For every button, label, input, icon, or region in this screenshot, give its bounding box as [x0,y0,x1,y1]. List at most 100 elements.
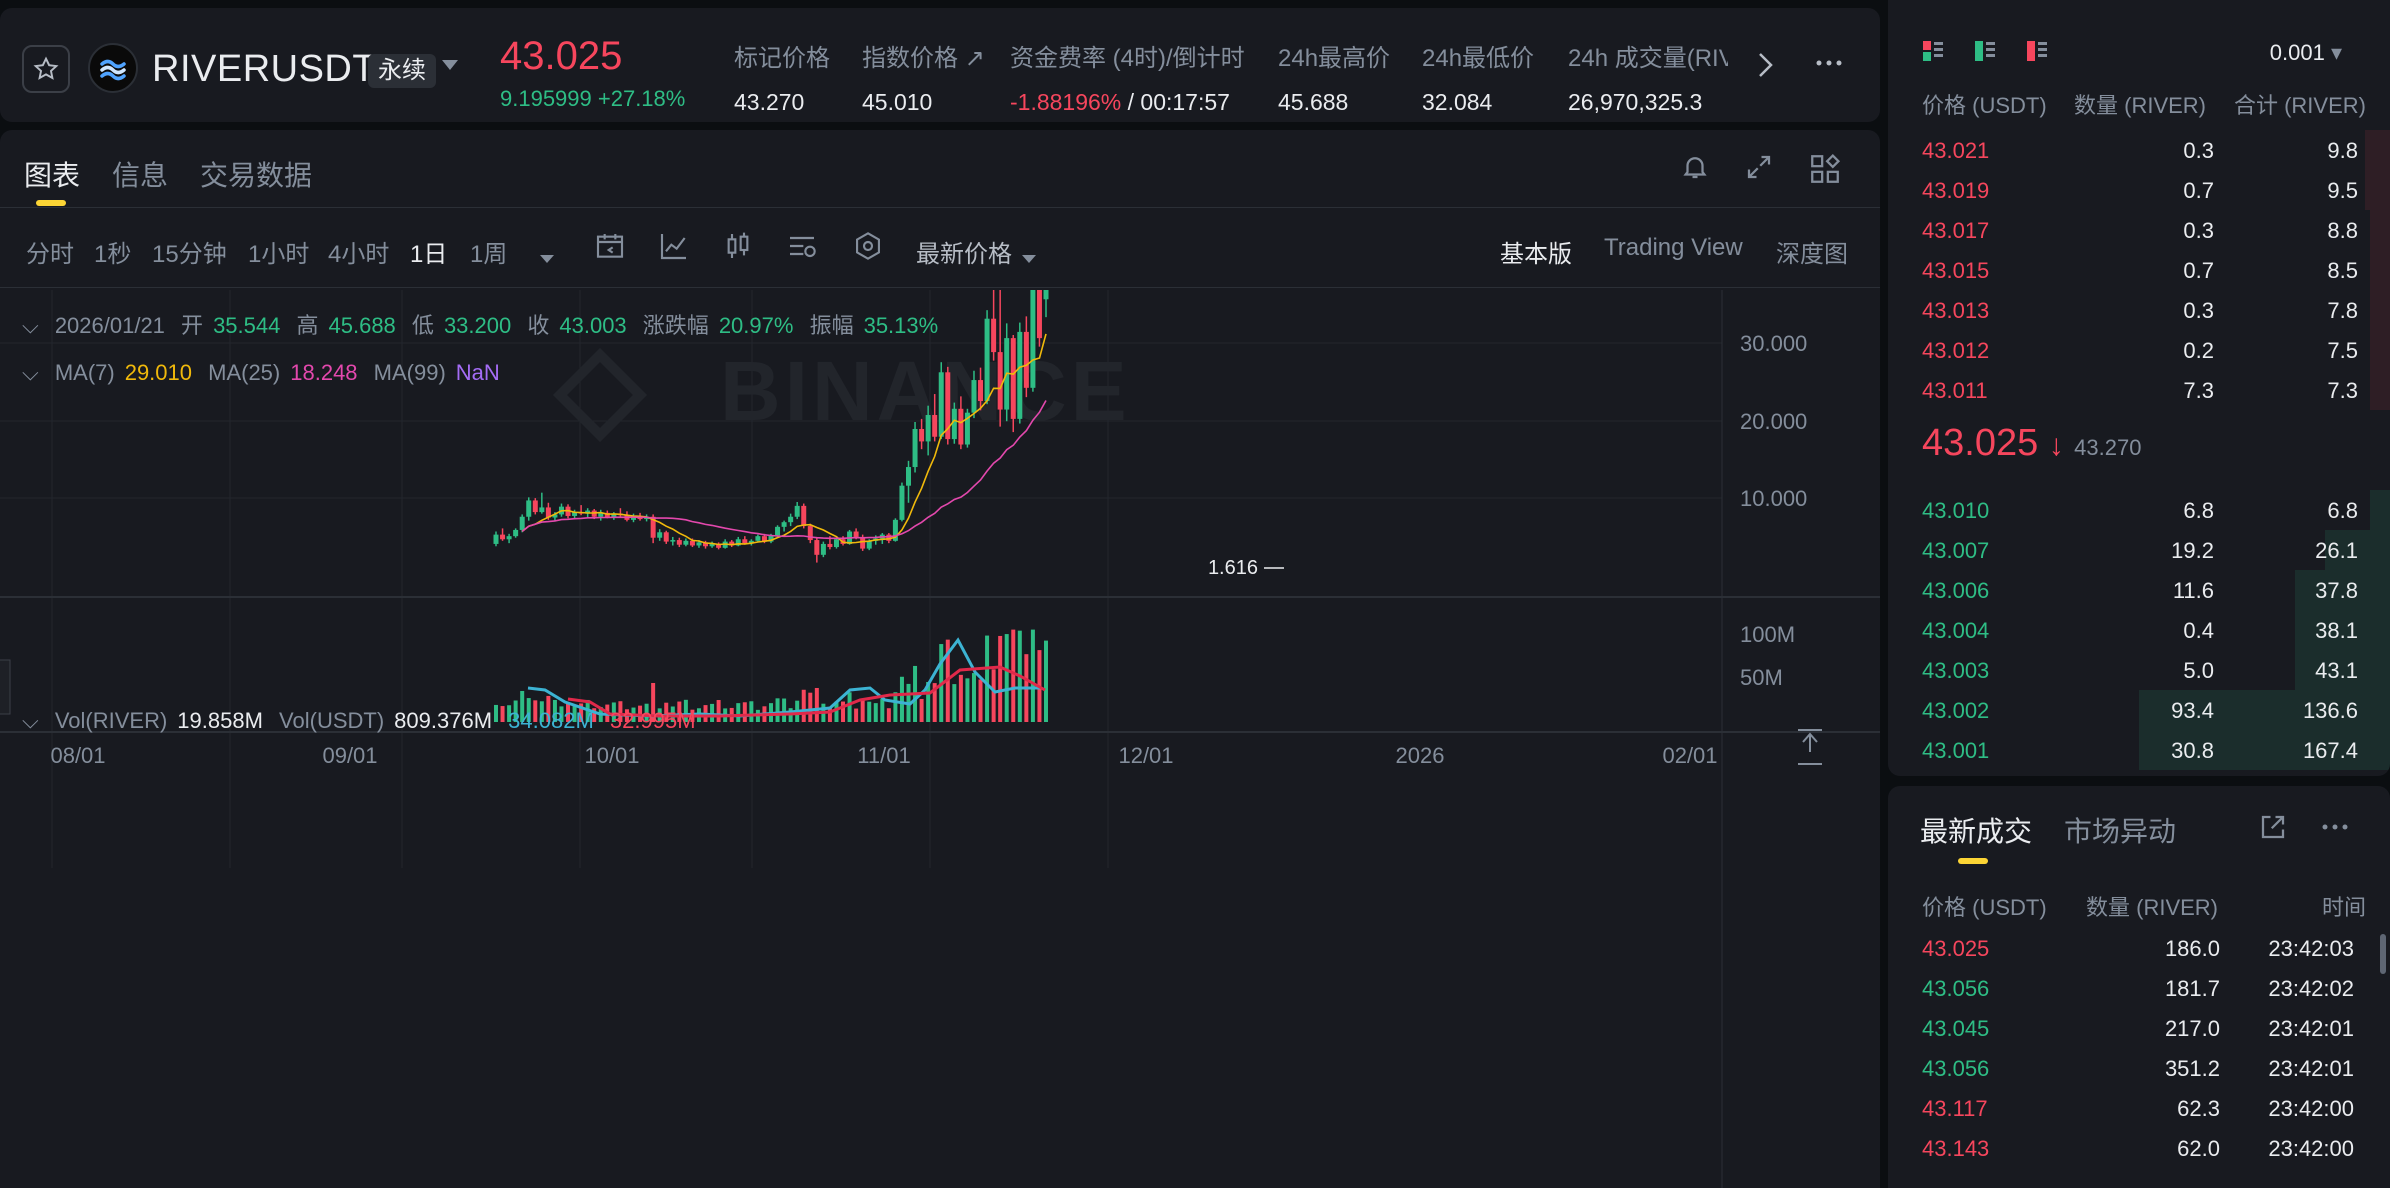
trade-row[interactable]: 43.045 217.0 23:42:01 [1888,1008,2390,1048]
expand-icon[interactable] [1744,152,1774,190]
volume-bar [814,687,819,722]
row-qty: 7.3 [2183,378,2214,403]
price-type-select[interactable]: 最新价格 [916,234,1012,269]
book-both-icon[interactable] [1922,40,1944,62]
bid-row[interactable]: 43.002 93.4 136.6 [1888,690,2390,730]
river-coin-logo [88,43,138,93]
ask-row[interactable]: 43.012 0.2 7.5 [1888,330,2390,370]
candle-body [997,352,1003,410]
volume-bar [978,679,983,722]
trades-scrollbar[interactable] [2380,934,2386,974]
tab-trading-data[interactable]: 交易数据 [200,154,312,194]
scroll-right-chevron-icon[interactable] [1756,50,1776,89]
time-axis-tick: 02/01 [1662,743,1717,768]
symbol-name[interactable]: RIVERUSDT [152,48,376,91]
candle-body [532,500,538,513]
candle-body [951,408,957,440]
ask-row[interactable]: 43.021 0.3 9.8 [1888,130,2390,170]
trade-row[interactable]: 43.117 62.3 23:42:00 [1888,1088,2390,1128]
ask-row[interactable]: 43.013 0.3 7.8 [1888,290,2390,330]
candle-body [539,507,545,513]
timeframe-15m[interactable]: 15分钟 [152,234,227,269]
trade-price: 43.025 [1922,936,1990,961]
volume-bar [782,698,787,722]
trade-price: 43.143 [1922,1136,1990,1161]
layout-grid-icon[interactable] [1808,152,1842,194]
trade-row[interactable]: 43.025 186.0 23:42:03 [1888,928,2390,968]
view-basic[interactable]: 基本版 [1500,234,1572,269]
tab-chart[interactable]: 图表 [24,154,80,194]
volume-bar [952,684,957,722]
depth-bar [2369,490,2390,530]
side-panel-toggle[interactable] [0,659,11,715]
collapse-chevron-icon[interactable]: ⌵ [22,313,39,338]
timeframe-1d[interactable]: 1日 [410,234,447,269]
tab-info[interactable]: 信息 [112,154,168,194]
row-price: 43.013 [1922,298,1990,323]
order-book-mode-toggles [1922,40,2048,62]
bid-row[interactable]: 43.010 6.8 6.8 [1888,490,2390,530]
timeframe-1h[interactable]: 1小时 [248,234,309,269]
ask-row[interactable]: 43.019 0.7 9.5 [1888,170,2390,210]
collapse-chevron-icon[interactable]: ⌵ [22,360,39,385]
chart-settings-icon[interactable] [786,230,818,269]
candle-body [519,516,525,530]
row-total: 38.1 [2315,618,2358,643]
tab-market-moves[interactable]: 市场异动 [2064,810,2176,850]
view-depth[interactable]: 深度图 [1776,234,1848,269]
stat-label: 24h最高价 [1278,45,1391,72]
volume-bar [854,708,859,722]
volume-bar [775,698,780,722]
ohlc-low: 33.200 [443,313,512,338]
indicator-line-icon[interactable] [658,230,690,269]
ask-row[interactable]: 43.011 7.3 7.3 [1888,370,2390,410]
candle-body [860,536,866,549]
bid-row[interactable]: 43.001 30.8 167.4 [1888,730,2390,770]
ask-row[interactable]: 43.015 0.7 8.5 [1888,250,2390,290]
trade-row[interactable]: 43.056 181.7 23:42:02 [1888,968,2390,1008]
ohlc-amp: 35.13% [863,313,939,338]
view-tradingview[interactable]: Trading View [1604,234,1743,262]
row-price: 43.003 [1922,658,1990,683]
bid-row[interactable]: 43.003 5.0 43.1 [1888,650,2390,690]
trade-row[interactable]: 43.056 351.2 23:42:01 [1888,1048,2390,1088]
tick-size-select[interactable]: 0.001 ▾ [2270,40,2342,66]
bell-icon[interactable] [1680,152,1710,190]
more-options-icon[interactable] [2320,812,2350,847]
stat-value: 32.084 [1422,89,1534,116]
more-options-icon[interactable] [1814,48,1844,86]
candle-body [1010,338,1016,419]
hexagon-tool-icon[interactable] [852,230,884,269]
trade-row[interactable]: 43.143 62.0 23:42:00 [1888,1128,2390,1168]
timeframe-1w[interactable]: 1周 [470,234,507,269]
external-link-icon[interactable] [2258,812,2288,847]
symbol-dropdown-caret-icon[interactable] [442,60,458,70]
calendar-icon[interactable] [594,230,626,269]
favorite-star-button[interactable] [22,45,70,93]
candle-body [801,505,807,527]
chart-tabs: 图表 信息 交易数据 [0,130,1880,208]
timeframe-dropdown-icon[interactable] [538,240,556,272]
bid-row[interactable]: 43.007 19.2 26.1 [1888,530,2390,570]
stat-item: 资金费率 (4时)/倒计时 -1.88196% / 00:17:57 [1010,38,1245,116]
timeframe-4h[interactable]: 4小时 [328,234,389,269]
bid-row[interactable]: 43.004 0.4 38.1 [1888,610,2390,650]
tab-latest-trades[interactable]: 最新成交 [1920,810,2032,850]
collapse-chevron-icon[interactable]: ⌵ [22,708,39,733]
candle-type-icon[interactable] [722,230,754,269]
bid-row[interactable]: 43.006 11.6 37.8 [1888,570,2390,610]
ticker-header: RIVERUSDT 永续 43.025 9.195999 +27.18% 标记价… [0,8,1880,122]
price-type-caret-icon[interactable] [1020,240,1038,272]
ask-row[interactable]: 43.017 0.3 8.8 [1888,210,2390,250]
axis-reset-icon[interactable] [1798,729,1822,765]
candle-body [833,539,839,548]
timeframe-realtime[interactable]: 分时 [26,234,74,269]
row-price: 43.015 [1922,258,1990,283]
book-asks-icon[interactable] [2026,40,2048,62]
candle-body [755,536,761,541]
kline-chart[interactable]: BINANCE40.00030.00020.00010.000100M50M08… [0,290,1880,1188]
stat-item: 24h最低价 32.084 [1422,38,1534,116]
kline-chart-area[interactable]: BINANCE40.00030.00020.00010.000100M50M08… [0,290,1880,1188]
book-bids-icon[interactable] [1974,40,1996,62]
timeframe-1s[interactable]: 1秒 [94,234,131,269]
